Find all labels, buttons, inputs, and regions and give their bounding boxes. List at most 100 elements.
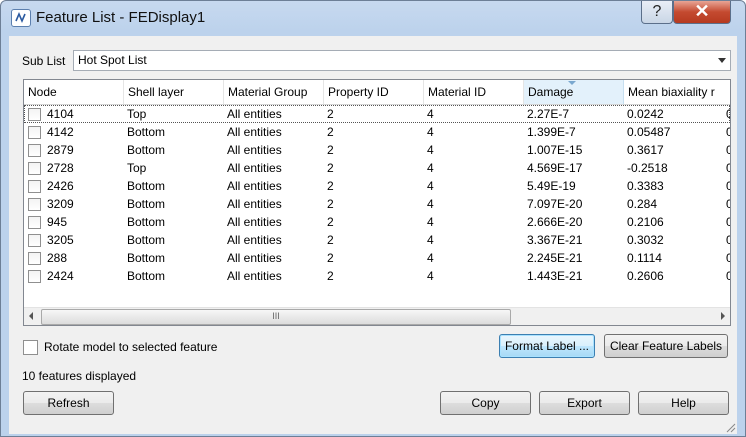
cell-node: 2728 <box>47 161 74 175</box>
cell-shell-layer: Top <box>127 107 147 121</box>
row-checkbox[interactable] <box>28 252 41 265</box>
cell-material-group: All entities <box>227 179 282 193</box>
cell-node: 3209 <box>47 197 74 211</box>
column-header-mean-biaxiality[interactable]: Mean biaxiality r <box>624 80 730 104</box>
column-header-node[interactable]: Node <box>24 80 124 104</box>
help-button[interactable]: Help <box>638 391 729 415</box>
column-header-damage[interactable]: Damage <box>524 80 624 104</box>
copy-button[interactable]: Copy <box>440 391 531 415</box>
table-row[interactable]: 4104 Top All entities 2 4 2.27E-7 0.0242 0 <box>24 105 730 123</box>
table-row[interactable]: 945 Bottom All entities 2 4 2.666E-20 0.2106 0 <box>24 213 730 231</box>
cell-property-id: 2 <box>327 269 334 283</box>
cell-overflow: 0 <box>726 105 730 123</box>
cell-shell-layer: Bottom <box>127 269 166 283</box>
cell-material-group: All entities <box>227 215 282 229</box>
row-checkbox[interactable] <box>28 216 41 229</box>
cell-material-group: All entities <box>227 197 282 211</box>
cell-damage: 1.399E-7 <box>527 125 576 139</box>
cell-mean-biaxiality: 0.2606 <box>627 269 664 283</box>
row-checkbox[interactable] <box>28 162 41 175</box>
cell-damage: 2.245E-21 <box>527 251 583 265</box>
cell-material-id: 4 <box>427 125 434 139</box>
cell-shell-layer: Bottom <box>127 233 166 247</box>
cell-mean-biaxiality: 0.284 <box>627 197 658 211</box>
cell-property-id: 2 <box>327 179 334 193</box>
title-bar[interactable]: Feature List - FEDisplay1 ? ✕ <box>1 1 745 34</box>
table-row[interactable]: 3205 Bottom All entities 2 4 3.367E-21 0.3032 0 <box>24 231 730 249</box>
cell-property-id: 2 <box>327 233 334 247</box>
export-button[interactable]: Export <box>539 391 630 415</box>
cell-shell-layer: Bottom <box>127 197 166 211</box>
window-title: Feature List - FEDisplay1 <box>36 9 206 26</box>
scroll-thumb[interactable]: III <box>41 309 511 325</box>
table-row[interactable]: 2728 Top All entities 2 4 4.569E-17 -0.2518 0 <box>24 159 730 177</box>
cell-material-id: 4 <box>427 197 434 211</box>
refresh-button[interactable]: Refresh <box>23 391 114 415</box>
cell-damage: 5.49E-19 <box>527 179 576 193</box>
table-row[interactable]: 288 Bottom All entities 2 4 2.245E-21 0.1114 0 <box>24 249 730 267</box>
cell-material-id: 4 <box>427 233 434 247</box>
cell-property-id: 2 <box>327 215 334 229</box>
cell-mean-biaxiality: -0.2518 <box>627 161 668 175</box>
cell-node: 288 <box>47 251 68 265</box>
row-checkbox[interactable] <box>28 108 41 121</box>
sublist-dropdown[interactable]: Hot Spot List <box>73 50 731 71</box>
cell-overflow: 0 <box>726 177 730 195</box>
cell-shell-layer: Bottom <box>127 251 166 265</box>
cell-mean-biaxiality: 0.3383 <box>627 179 664 193</box>
close-button[interactable]: ✕ <box>673 1 731 24</box>
cell-material-group: All entities <box>227 143 282 157</box>
cell-material-id: 4 <box>427 251 434 265</box>
cell-damage: 1.007E-15 <box>527 143 583 157</box>
cell-node: 4142 <box>47 125 74 139</box>
row-checkbox[interactable] <box>28 234 41 247</box>
table-row[interactable]: 4142 Bottom All entities 2 4 1.399E-7 0.05487 0 <box>24 123 730 141</box>
cell-damage: 3.367E-21 <box>527 233 583 247</box>
cell-material-id: 4 <box>427 179 434 193</box>
table-row[interactable]: 2879 Bottom All entities 2 4 1.007E-15 0.3617 0 <box>24 141 730 159</box>
cell-material-id: 4 <box>427 161 434 175</box>
rotate-model-checkbox[interactable] <box>23 340 38 355</box>
cell-overflow: 0 <box>726 123 730 141</box>
table-row[interactable]: 2426 Bottom All entities 2 4 5.49E-19 0.3383 0 <box>24 177 730 195</box>
row-checkbox[interactable] <box>28 270 41 283</box>
table-row[interactable]: 2424 Bottom All entities 2 4 1.443E-21 0.2606 0 <box>24 267 730 285</box>
scroll-left-icon[interactable] <box>29 312 33 320</box>
cell-damage: 2.27E-7 <box>527 107 570 121</box>
dialog-body: Sub List Hot Spot List Node Shell layer … <box>9 36 737 434</box>
row-checkbox[interactable] <box>28 180 41 193</box>
cell-overflow: 0 <box>726 267 730 285</box>
horizontal-scrollbar[interactable]: III <box>24 307 730 325</box>
cell-node: 945 <box>47 215 68 229</box>
cell-material-group: All entities <box>227 125 282 139</box>
cell-mean-biaxiality: 0.2106 <box>627 215 664 229</box>
column-header-property-id[interactable]: Property ID <box>324 80 424 104</box>
cell-node: 4104 <box>47 107 74 121</box>
cell-material-id: 4 <box>427 143 434 157</box>
app-logo-icon <box>11 9 31 27</box>
row-checkbox[interactable] <box>28 198 41 211</box>
column-header-material-group[interactable]: Material Group <box>224 80 324 104</box>
column-header-material-id[interactable]: Material ID <box>424 80 524 104</box>
clear-feature-labels-button[interactable]: Clear Feature Labels <box>604 334 728 358</box>
column-header-shell-layer[interactable]: Shell layer <box>124 80 224 104</box>
title-help-button[interactable]: ? <box>641 1 673 24</box>
cell-material-group: All entities <box>227 251 282 265</box>
cell-property-id: 2 <box>327 251 334 265</box>
row-checkbox[interactable] <box>28 144 41 157</box>
cell-shell-layer: Bottom <box>127 179 166 193</box>
row-checkbox[interactable] <box>28 126 41 139</box>
cell-shell-layer: Bottom <box>127 143 166 157</box>
scroll-right-icon[interactable] <box>721 312 725 320</box>
cell-shell-layer: Top <box>127 161 147 175</box>
cell-mean-biaxiality: 0.1114 <box>627 251 662 265</box>
cell-damage: 1.443E-21 <box>527 269 583 283</box>
format-label-button[interactable]: Format Label ... <box>499 334 595 358</box>
cell-property-id: 2 <box>327 125 334 139</box>
cell-shell-layer: Bottom <box>127 215 166 229</box>
resize-grip-icon[interactable] <box>724 421 736 433</box>
table-row[interactable]: 3209 Bottom All entities 2 4 7.097E-20 0.284 0 <box>24 195 730 213</box>
cell-mean-biaxiality: 0.3617 <box>627 143 664 157</box>
sublist-value: Hot Spot List <box>78 53 147 67</box>
feature-table[interactable]: Node Shell layer Material Group Property… <box>23 79 731 326</box>
